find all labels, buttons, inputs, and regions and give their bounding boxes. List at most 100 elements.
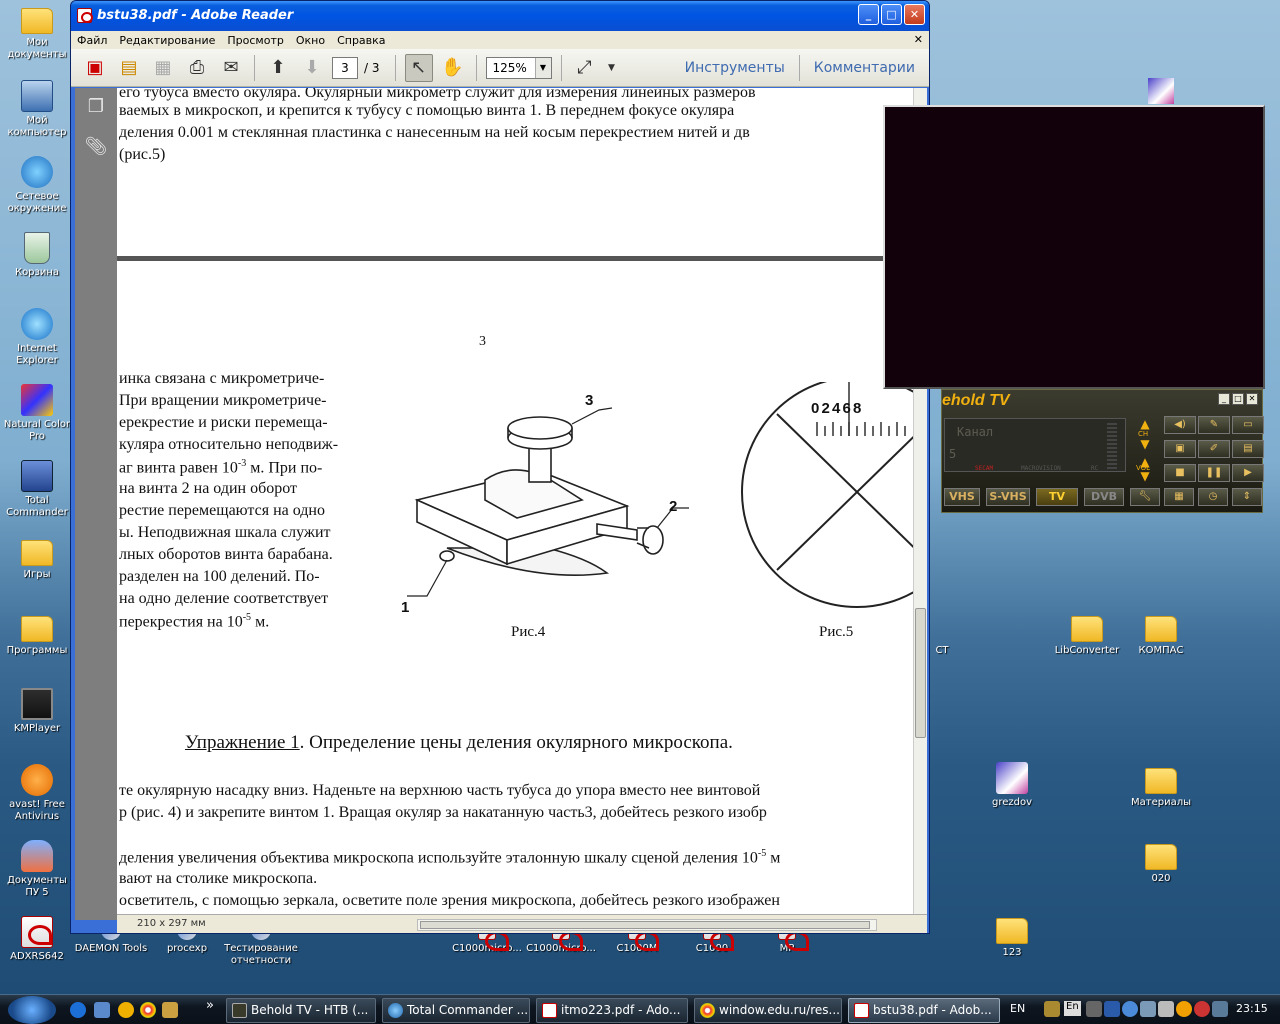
tray-keyboard-icon[interactable] <box>1086 1001 1102 1017</box>
print-icon[interactable]: ⎙ <box>183 54 211 82</box>
desktop-icon-6[interactable]: Total Commander <box>0 460 74 519</box>
desktop-icon-7[interactable]: Игры <box>0 536 74 581</box>
play-icon[interactable]: ▶ <box>1232 464 1264 482</box>
volume-down-icon[interactable]: ▼ <box>1134 470 1156 484</box>
snapshot-icon[interactable]: ▣ <box>1164 440 1196 458</box>
tv-minimize-button[interactable]: _ <box>1218 393 1230 405</box>
save-disk-icon[interactable]: ▦ <box>1164 488 1194 506</box>
select-tool-icon[interactable]: ↖ <box>404 53 433 82</box>
desktop-icon-12[interactable]: ADXRS642 <box>0 916 74 963</box>
menu-view[interactable]: Просмотр <box>227 34 283 47</box>
wrench-icon[interactable]: 🔧︎ <box>1130 488 1160 506</box>
desktop-icon-9[interactable]: KMPlayer <box>0 688 74 735</box>
window-mode-icon[interactable]: ▭ <box>1232 416 1264 434</box>
desktop-icon-3[interactable]: Корзина <box>0 232 74 279</box>
language-bar-icon[interactable]: En <box>1064 1001 1081 1016</box>
behold-tv-panel[interactable]: ehold TV _ □ ✕ Канал 5 SECAM MACROVISION… <box>941 389 1264 513</box>
clock-icon[interactable]: ◷ <box>1198 488 1228 506</box>
source-vhs-button[interactable]: VHS <box>944 488 980 506</box>
desktop-icon-123[interactable]: 123 <box>975 914 1049 959</box>
source-tv-button[interactable]: TV <box>1036 488 1078 506</box>
mute-speaker-icon[interactable]: ◀) <box>1164 416 1196 434</box>
maximize-button[interactable]: □ <box>881 4 902 25</box>
source-svhs-button[interactable]: S-VHS <box>986 488 1030 506</box>
horizontal-scrollbar[interactable] <box>417 919 877 931</box>
language-indicator[interactable]: EN <box>1010 1002 1025 1020</box>
close-button[interactable]: ✕ <box>904 4 925 25</box>
total-commander-quicklaunch-icon[interactable] <box>162 1002 178 1018</box>
record-pen-icon[interactable]: ✐ <box>1198 440 1230 458</box>
attachments-paperclip-icon[interactable]: 📎︎ <box>84 136 108 160</box>
vertical-scroll-thumb[interactable] <box>915 608 926 738</box>
comments-button[interactable]: Комментарии <box>814 60 915 76</box>
chrome-quicklaunch-icon[interactable] <box>140 1002 156 1018</box>
save-icon[interactable]: ▦ <box>149 54 177 82</box>
tray-network-icon[interactable] <box>1122 1001 1138 1017</box>
settings-tool-icon[interactable]: ✎ <box>1198 416 1230 434</box>
desktop-icon-materials[interactable]: Материалы <box>1124 764 1198 809</box>
tray-app-icon[interactable] <box>1044 1001 1060 1017</box>
show-desktop-icon[interactable] <box>94 1002 110 1018</box>
avast-quicklaunch-icon[interactable] <box>118 1002 134 1018</box>
menu-help[interactable]: Справка <box>337 34 385 47</box>
create-pdf-icon[interactable]: ▣ <box>81 54 109 82</box>
next-page-icon[interactable]: ⬇ <box>298 54 326 82</box>
open-file-icon[interactable]: ▤ <box>115 54 143 82</box>
pages-thumbnail-icon[interactable]: ❐ <box>84 96 108 120</box>
tray-misc-icon[interactable] <box>1212 1001 1228 1017</box>
desktop-icon-020[interactable]: 020 <box>1124 840 1198 885</box>
desktop-icon-grezdov[interactable]: grezdov <box>975 762 1049 809</box>
task-chrome-window-edu[interactable]: window.edu.ru/res... <box>694 998 842 1023</box>
email-icon[interactable]: ✉ <box>217 54 245 82</box>
tray-zone-icon[interactable] <box>1104 1001 1120 1017</box>
tv-close-button[interactable]: ✕ <box>1246 393 1258 405</box>
desktop-icon-1[interactable]: Мой компьютер <box>0 80 74 139</box>
desktop-icon-11[interactable]: Документы ПУ 5 <box>0 840 74 899</box>
menu-window[interactable]: Окно <box>296 34 325 47</box>
desktop-icon-5[interactable]: Natural Color Pro <box>0 384 74 443</box>
open-folder-icon[interactable]: ▤ <box>1232 440 1264 458</box>
menu-file[interactable]: Файл <box>77 34 107 47</box>
chevron-down-icon[interactable]: ▼ <box>605 54 619 82</box>
previous-page-icon[interactable]: ⬆ <box>264 54 292 82</box>
quicklaunch-overflow[interactable]: » <box>206 998 214 1016</box>
task-bstu38-pdf[interactable]: bstu38.pdf - Adob... <box>848 998 1000 1023</box>
tray-avast-icon[interactable] <box>1176 1001 1192 1017</box>
channel-down-icon[interactable]: ▼ <box>1134 438 1156 452</box>
task-behold-tv[interactable]: Behold TV - НТВ (... <box>226 998 376 1023</box>
zoom-select[interactable]: 125% ▼ <box>485 56 552 79</box>
start-button[interactable] <box>8 996 56 1024</box>
close-document-icon[interactable]: ✕ <box>914 33 923 46</box>
tv-maximize-button[interactable]: □ <box>1232 393 1244 405</box>
up-down-arrows-icon[interactable]: ⇕ <box>1232 488 1262 506</box>
tray-security-icon[interactable] <box>1194 1001 1210 1017</box>
desktop-icon-4[interactable]: Internet Explorer <box>0 308 74 367</box>
desktop-icon-top-right[interactable] <box>1148 78 1174 104</box>
desktop-icon-10[interactable]: avast! Free Antivirus <box>0 764 74 823</box>
chevron-down-icon[interactable]: ▼ <box>534 57 551 78</box>
adobe-reader-window[interactable]: bstu38.pdf - Adobe Reader _ □ ✕ Файл Ред… <box>70 0 930 934</box>
stop-icon[interactable]: ■ <box>1164 464 1196 482</box>
fit-page-icon[interactable]: ⤢ <box>571 54 599 82</box>
menu-edit[interactable]: Редактирование <box>119 34 215 47</box>
hand-tool-icon[interactable]: ✋ <box>439 54 467 82</box>
desktop-icon-0[interactable]: Мои документы <box>0 4 74 61</box>
adobe-titlebar[interactable]: bstu38.pdf - Adobe Reader _ □ ✕ <box>71 1 929 31</box>
task-total-commander[interactable]: Total Commander ... <box>382 998 530 1023</box>
document-view[interactable]: его тубуса вместо окуляра. Окулярный мик… <box>117 88 913 914</box>
ie-quicklaunch-icon[interactable] <box>70 1002 86 1018</box>
pause-icon[interactable]: ❚❚ <box>1198 464 1230 482</box>
desktop-icon-2[interactable]: Сетевое окружение <box>0 156 74 215</box>
tools-button[interactable]: Инструменты <box>685 60 785 76</box>
task-itmo223-pdf[interactable]: itmo223.pdf - Ado... <box>536 998 688 1023</box>
desktop-icon-8[interactable]: Программы <box>0 612 74 657</box>
source-dvb-button[interactable]: DVB <box>1084 488 1124 506</box>
tray-display-icon[interactable] <box>1140 1001 1156 1017</box>
desktop-icon-libconverter[interactable]: LibConverter <box>1050 612 1124 657</box>
minimize-button[interactable]: _ <box>858 4 879 25</box>
horizontal-scroll-thumb[interactable] <box>420 921 870 929</box>
tv-video-window[interactable] <box>883 105 1265 389</box>
tray-speaker-icon[interactable] <box>1158 1001 1174 1017</box>
page-number-input[interactable]: 3 <box>332 56 358 79</box>
desktop-icon-kompas[interactable]: КОМПАС <box>1124 612 1198 657</box>
